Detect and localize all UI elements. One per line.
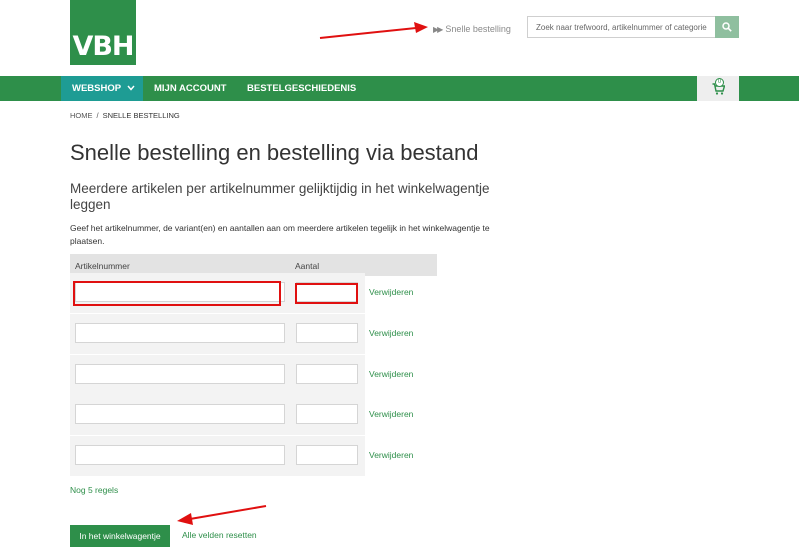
annotation-arrow-cart-button — [189, 505, 267, 520]
annotation-arrowhead-cart-button — [177, 513, 193, 525]
annotation-arrows — [177, 22, 428, 525]
annotation-arrow-quick-order — [319, 27, 417, 39]
annotation-arrowhead-quick-order — [414, 22, 428, 33]
